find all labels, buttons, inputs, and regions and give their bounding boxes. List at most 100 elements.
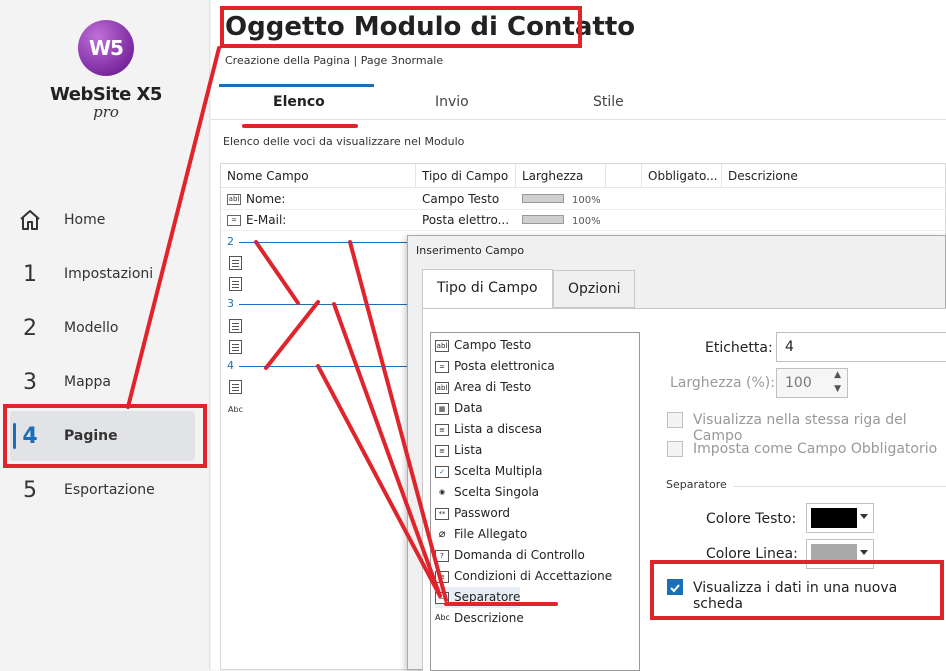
password-icon: ** — [435, 507, 449, 520]
list-item[interactable]: abl Campo Testo — [435, 335, 531, 356]
tab-opzioni[interactable]: Opzioni — [553, 270, 636, 308]
list-item[interactable]: ⌀ File Allegato — [435, 524, 527, 545]
list-field-icon[interactable] — [229, 256, 242, 270]
nav-item-mappa[interactable]: 3 Mappa — [10, 357, 195, 407]
list-item[interactable]: Abc Descrizione — [435, 608, 524, 629]
required-checkbox[interactable] — [667, 441, 683, 457]
width-bar — [522, 215, 564, 224]
list-item[interactable]: ◉ Scelta Singola — [435, 482, 539, 503]
checkbox-icon: ✓ — [435, 465, 449, 478]
dropdown-list-icon: ≡ — [435, 423, 449, 436]
label-input[interactable]: 4 — [776, 332, 946, 362]
question-icon: ? — [435, 549, 449, 562]
description-icon: Abc — [435, 612, 450, 625]
table-row[interactable]: abl Nome: Campo Testo 100% — [221, 189, 945, 210]
table-row[interactable]: = E-Mail: Posta elettro... 100% — [221, 210, 945, 231]
width-caption: Larghezza (%): — [670, 375, 775, 391]
field-type-list[interactable]: abl Campo Testo = Posta elettronica abl Are… — [430, 332, 640, 671]
nav-number: 1 — [23, 261, 37, 287]
annotation-box-title — [220, 6, 582, 48]
nav-label: Esportazione — [64, 482, 155, 498]
width-value: 100% — [572, 195, 601, 206]
tab-stile[interactable]: Stile — [593, 94, 624, 110]
app-logo: W5 — [78, 20, 134, 76]
text-color-caption: Colore Testo: — [706, 511, 797, 527]
text-field-icon: abl — [435, 339, 449, 352]
list-item[interactable]: ✓ Scelta Multipla — [435, 461, 542, 482]
section-label: Elenco delle voci da visualizzare nel Mo… — [223, 135, 465, 148]
dialog-title: Inserimento Campo — [416, 244, 525, 257]
label-caption: Etichetta: — [705, 340, 773, 356]
email-field-icon: = — [227, 215, 241, 226]
same-row-checkbox[interactable] — [667, 412, 683, 428]
text-color-swatch — [811, 508, 857, 528]
nav-item-modello[interactable]: 2 Modello — [10, 303, 195, 353]
same-row-label: Visualizza nella stessa riga del Campo — [693, 412, 907, 444]
tab-invio[interactable]: Invio — [435, 94, 469, 110]
nav-number: 3 — [23, 369, 37, 395]
nav-item-impostazioni[interactable]: 1 Impostazioni — [10, 249, 195, 299]
width-stepper-value: 100 — [785, 375, 812, 391]
column-header[interactable]: Tipo di Campo — [416, 164, 516, 188]
text-field-icon: abl — [227, 194, 241, 205]
tab-tipo-di-campo[interactable]: Tipo di Campo — [422, 269, 553, 309]
stepper-down-icon[interactable]: ▼ — [834, 375, 841, 403]
group-divider — [734, 486, 946, 487]
list-item[interactable]: ** Password — [435, 503, 510, 524]
separator-number: 4 — [227, 359, 234, 372]
column-header[interactable]: Obbligato... — [642, 164, 722, 188]
column-header[interactable]: Larghezza — [516, 164, 606, 188]
email-field-icon: = — [435, 360, 449, 373]
field-name: Nome: — [246, 192, 286, 206]
radio-icon: ◉ — [435, 486, 449, 499]
annotation-box-pagine — [3, 404, 207, 468]
nav-item-esportazione[interactable]: 5 Esportazione — [10, 465, 195, 515]
description-field-icon: Abc — [228, 405, 243, 414]
nav-item-home[interactable]: Home — [10, 195, 195, 245]
list-field-icon[interactable] — [229, 277, 242, 291]
sidebar: W5 WebSite X5 pro Home 1 Impostazioni 2 … — [0, 0, 210, 670]
nav-label: Mappa — [64, 374, 112, 390]
list-item[interactable]: abl Area di Testo — [435, 377, 531, 398]
nav-number: 2 — [23, 315, 37, 341]
list-item-separatore[interactable]: — Separatore — [435, 587, 521, 608]
list-field-icon[interactable] — [229, 340, 242, 354]
annotation-box-new-tab — [650, 560, 944, 620]
app-name: WebSite X5 — [50, 84, 162, 105]
text-color-picker[interactable] — [806, 503, 874, 533]
column-header[interactable]: Nome Campo — [221, 164, 416, 188]
list-field-icon[interactable] — [229, 319, 242, 333]
column-header[interactable]: Descrizione — [722, 164, 946, 188]
list-item[interactable]: ? Domanda di Controllo — [435, 545, 585, 566]
separator-line — [239, 366, 419, 367]
field-type: Campo Testo — [422, 192, 500, 206]
app-edition: pro — [93, 103, 119, 121]
list-item[interactable]: ≡ Lista a discesa — [435, 419, 542, 440]
tab-elenco[interactable]: Elenco — [273, 94, 325, 110]
separator-number: 2 — [227, 235, 234, 248]
chevron-down-icon — [860, 550, 868, 555]
terms-icon: ≡ — [435, 570, 449, 583]
separator-icon: — — [435, 591, 449, 604]
width-bar — [522, 194, 564, 203]
chevron-down-icon — [860, 514, 868, 519]
separator-number: 3 — [227, 297, 234, 310]
width-value: 100% — [572, 216, 601, 227]
list-item[interactable]: ≡ Condizioni di Accettazione — [435, 566, 612, 587]
separator-line — [239, 242, 419, 243]
nav-label: Impostazioni — [64, 266, 154, 282]
list-item[interactable]: = Posta elettronica — [435, 356, 555, 377]
column-header[interactable] — [606, 164, 642, 188]
active-tab-indicator — [219, 84, 374, 87]
list-field-icon[interactable] — [229, 380, 242, 394]
list-item[interactable]: ▦ Data — [435, 398, 483, 419]
list-item[interactable]: ≡ Lista — [435, 440, 482, 461]
width-stepper[interactable]: 100 ▲ ▼ — [776, 368, 848, 398]
table-header: Nome Campo Tipo di Campo Larghezza Obbli… — [221, 164, 945, 188]
tab-bar: Elenco Invio Stile — [211, 84, 946, 120]
home-icon — [10, 208, 50, 232]
nav-label: Modello — [64, 320, 119, 336]
calendar-icon: ▦ — [435, 402, 449, 415]
list-icon: ≡ — [435, 444, 449, 457]
field-type: Posta elettro... — [422, 213, 510, 227]
